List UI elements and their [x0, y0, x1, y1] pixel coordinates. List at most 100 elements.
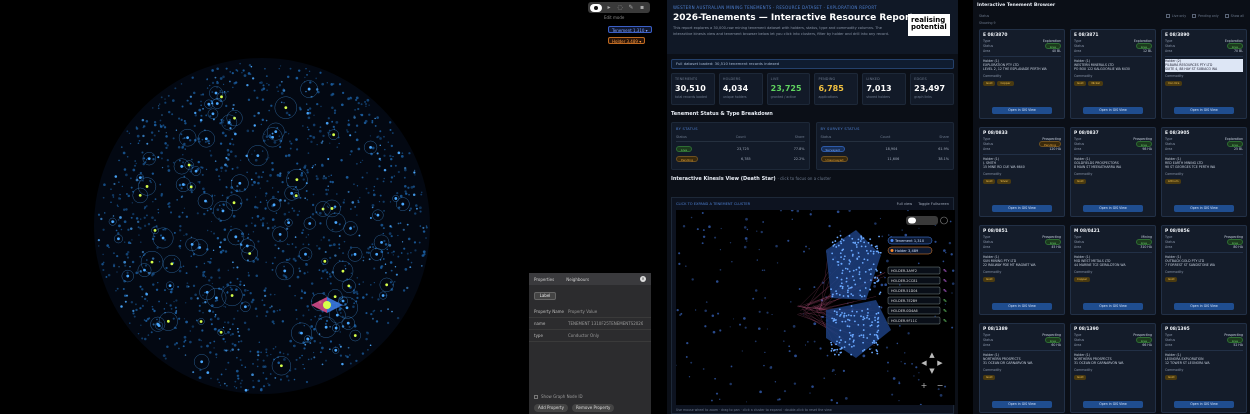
fullscreen-button[interactable]: Toggle Fullscreen [918, 202, 949, 206]
graph-node [367, 191, 370, 194]
tenement-card[interactable]: P 08/1390 Type Prospecting Status Live Area 66… [1070, 323, 1156, 413]
graph-node [274, 293, 276, 296]
breakdown-row[interactable]: Surveyed 18,904 61.9% [820, 146, 949, 152]
graph-node [136, 220, 140, 224]
graph-node [265, 192, 268, 195]
checkbox-icon[interactable] [1224, 14, 1229, 18]
scatter-point [731, 261, 733, 263]
open-gis-button[interactable]: Open in GIS View [1083, 107, 1143, 114]
breakdown-row[interactable]: Unsurveyed 11,606 38.1% [820, 156, 950, 162]
add-property-button[interactable]: Add Property [534, 404, 568, 412]
tenement-card[interactable]: P 08/1389 Type Prospecting Status Live Area 60… [979, 323, 1065, 413]
tenement-card[interactable]: P 08/0837 Type Prospecting Status Live Area 98… [1070, 127, 1156, 217]
remove-property-button[interactable]: Remove Property [571, 404, 615, 412]
graph-node [159, 119, 162, 122]
property-row[interactable]: name TENEMENT 1310F25TENEMENTS2026 [529, 318, 651, 330]
cluster-point [843, 315, 845, 318]
close-icon[interactable]: × [640, 276, 646, 282]
open-gis-button[interactable]: Open in GIS View [1174, 107, 1234, 114]
tenement-card[interactable]: E 08/3890 Type Exploration Status Live Area 70… [1161, 29, 1247, 119]
open-gis-button[interactable]: Open in GIS View [1174, 303, 1234, 310]
tenement-card[interactable]: E 08/3871 Type Exploration Status Live Area 12… [1070, 29, 1156, 119]
graph-node [143, 297, 147, 301]
filter-live[interactable]: Live only [1165, 14, 1186, 18]
pen-icon[interactable]: ✎ [627, 4, 635, 12]
full-view-button[interactable]: Full view [897, 202, 913, 206]
tenement-card[interactable]: P 08/0833 Type Prospecting Status Pending Are… [979, 127, 1065, 217]
lasso-icon[interactable]: ◌ [616, 4, 624, 12]
stat-label: TENEMENTS [675, 77, 698, 81]
edit-icon: ✎ [943, 319, 947, 325]
graph-node [209, 207, 213, 211]
card-field: Area 66 HA [1074, 342, 1152, 347]
open-gis-button[interactable]: Open in GIS View [992, 401, 1052, 408]
open-gis-button[interactable]: Open in GIS View [1083, 401, 1143, 408]
graph-node [256, 350, 260, 354]
open-gis-button[interactable]: Open in GIS View [1174, 205, 1234, 212]
tenement-card[interactable]: E 08/3905 Type Exploration Status Live Area 25… [1161, 127, 1247, 217]
scatter-point [743, 226, 747, 229]
label-button[interactable]: Label [534, 292, 556, 300]
open-gis-button[interactable]: Open in GIS View [1083, 303, 1143, 310]
kinesis-svg[interactable]: Tenement 1,310Holder 3,489HOLDER-3A9F2 ✎H… [675, 208, 955, 406]
cluster-point [853, 344, 855, 347]
checkbox-icon[interactable] [1165, 14, 1170, 18]
graph-node [341, 362, 344, 366]
filter-all[interactable]: Show all [1224, 14, 1244, 18]
property-row[interactable]: type Conductor Only [529, 330, 651, 342]
graph-hub-core [385, 283, 389, 287]
graph-node [410, 186, 414, 189]
tenement-card[interactable]: P 08/1395 Type Prospecting Status Live Area 52… [1161, 323, 1247, 413]
cluster-point [838, 336, 841, 338]
kinesis-nav-controls[interactable]: ▲ ◀ ▶ ▼ + − [921, 351, 944, 390]
cluster-point [876, 335, 879, 337]
open-gis-button[interactable]: Open in GIS View [992, 107, 1052, 114]
tenement-card[interactable]: P 08/0851 Type Prospecting Status Live Area 45… [979, 225, 1065, 315]
graph-node [369, 246, 371, 248]
show-node-id-toggle[interactable]: Show Graph Node ID [534, 394, 583, 399]
holder-filter-tag[interactable]: Holder 3,489 ▾ [608, 37, 646, 44]
graph-node [387, 252, 389, 254]
open-gis-button[interactable]: Open in GIS View [1174, 401, 1234, 408]
graph-node [106, 244, 109, 247]
checkbox-icon[interactable] [1192, 14, 1197, 18]
graph-node [107, 273, 111, 277]
graph-node [250, 222, 253, 224]
open-gis-button[interactable]: Open in GIS View [992, 303, 1052, 310]
filter-pending[interactable]: Pending only [1192, 14, 1219, 18]
commodity-tag: Gold [983, 80, 996, 86]
cluster-shape-top[interactable] [826, 230, 881, 300]
open-gis-button[interactable]: Open in GIS View [992, 205, 1052, 212]
kinesis-canvas[interactable]: Tenement 1,310 Holder 3,489 HOLDER-3A9F2 ✎ H… [675, 208, 955, 406]
tenement-card[interactable]: P 08/0856 Type Prospecting Status Live Area 80… [1161, 225, 1247, 315]
graph-node [227, 269, 230, 272]
graph-node [221, 208, 223, 210]
tab-neighbours[interactable]: Neighbours [566, 277, 589, 282]
scatter-point [759, 390, 762, 394]
breakdown-row[interactable]: Live 23,725 77.8% [676, 146, 805, 152]
tab-properties[interactable]: Properties [534, 277, 554, 282]
commodity-tag: Gold [1074, 374, 1087, 380]
graph-node [371, 120, 374, 122]
graph-node [165, 132, 167, 134]
trash-icon[interactable]: ▪ [638, 4, 646, 12]
checkbox-icon[interactable] [534, 394, 538, 399]
tenement-card[interactable]: M 08/0421 Type Mining Status Live Area 310 HA H… [1070, 225, 1156, 315]
grab-icon[interactable] [590, 3, 602, 12]
tenement-filter-tag[interactable]: Tenement 1,310 ▾ [608, 26, 652, 33]
graph-node [339, 345, 342, 348]
stat-sub: applications [818, 95, 838, 99]
status-chip: Live [1135, 238, 1152, 245]
scatter-point [828, 224, 831, 228]
cluster-point [831, 252, 834, 255]
cluster-point [851, 275, 854, 278]
pointer-icon[interactable]: ▸ [605, 4, 613, 12]
open-gis-button[interactable]: Open in GIS View [1083, 205, 1143, 212]
tenement-card[interactable]: E 08/3870 Type Exploration Status Live Area 40… [979, 29, 1065, 119]
graph-node [319, 314, 322, 317]
cluster-shape-bottom[interactable] [826, 300, 891, 358]
breakdown-row[interactable]: Pending 6,785 22.2% [676, 156, 805, 162]
graph-node [303, 272, 306, 275]
breakdown-count: 18,904 [885, 147, 898, 151]
graph-node [387, 141, 389, 143]
